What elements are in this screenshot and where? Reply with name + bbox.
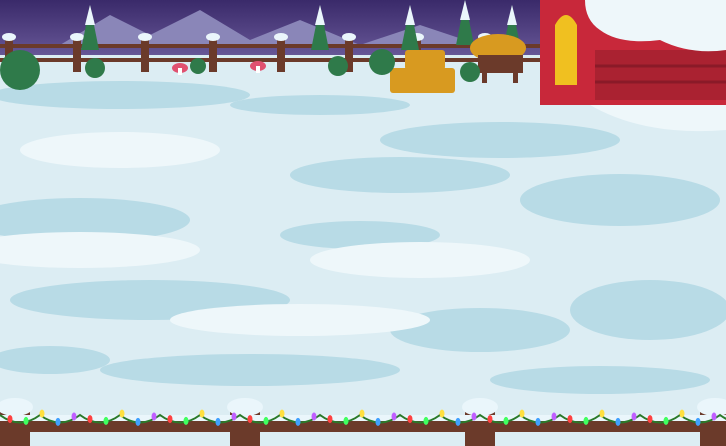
- snow-highlight: [310, 242, 530, 278]
- snow-patch: [290, 157, 510, 193]
- snow-patch: [570, 280, 726, 340]
- light-bulb: [167, 415, 173, 424]
- light-bulb: [327, 415, 333, 424]
- light-bulb: [375, 417, 381, 426]
- post-snow: [227, 398, 263, 416]
- light-bulb: [231, 412, 237, 421]
- light-bulb: [567, 415, 573, 424]
- light-bulb: [135, 417, 141, 426]
- light-bulb: [183, 416, 189, 425]
- post-snow: [342, 33, 356, 41]
- light-bulb: [7, 415, 13, 424]
- light-bulb: [263, 416, 269, 425]
- light-bulb: [519, 409, 525, 418]
- fence-post: [73, 36, 81, 72]
- light-bulb: [471, 412, 477, 421]
- light-bulb: [551, 412, 557, 421]
- snow-patch: [520, 174, 720, 226]
- post-snow: [70, 33, 84, 41]
- light-bulb: [151, 412, 157, 421]
- light-bulb: [615, 417, 621, 426]
- light-bulb: [455, 417, 461, 426]
- light-bulb: [71, 412, 77, 421]
- light-bulb: [87, 415, 93, 424]
- light-bulb: [215, 417, 221, 426]
- light-bulb: [503, 416, 509, 425]
- bush: [369, 49, 395, 75]
- light-bulb: [631, 412, 637, 421]
- snow-patch: [380, 122, 620, 158]
- light-bulb: [279, 409, 285, 418]
- light-bulb: [487, 415, 493, 424]
- light-bulb: [119, 409, 125, 418]
- fence-post: [277, 36, 285, 72]
- light-bulb: [343, 416, 349, 425]
- scene-canvas: [0, 0, 726, 446]
- light-bulb: [199, 409, 205, 418]
- fence-post: [141, 36, 149, 72]
- light-bulb: [679, 409, 685, 418]
- light-bulb: [583, 416, 589, 425]
- light-bulb: [55, 417, 61, 426]
- light-bulb: [711, 412, 717, 421]
- light-bulb: [535, 417, 541, 426]
- light-bulb: [359, 409, 365, 418]
- post-snow: [462, 398, 498, 416]
- mushroom-stem: [256, 66, 260, 73]
- light-bulb: [647, 415, 653, 424]
- bush: [0, 50, 40, 90]
- snow-patch: [100, 354, 400, 386]
- post-snow: [274, 33, 288, 41]
- mushroom-stem: [178, 68, 182, 75]
- fence-post: [209, 36, 217, 72]
- post-snow: [2, 33, 16, 41]
- light-bulb: [599, 409, 605, 418]
- game-scene: [0, 0, 726, 446]
- bush: [328, 56, 348, 76]
- light-bulb: [663, 416, 669, 425]
- snow-patch: [490, 366, 710, 394]
- light-bulb: [391, 412, 397, 421]
- light-bulb: [295, 417, 301, 426]
- bush: [460, 62, 480, 82]
- snow-patch: [230, 95, 410, 115]
- light-bulb: [23, 416, 29, 425]
- snow-highlight: [20, 132, 220, 168]
- light-bulb: [103, 416, 109, 425]
- light-bulb: [423, 416, 429, 425]
- light-bulb: [311, 412, 317, 421]
- post-snow: [206, 33, 220, 41]
- bush: [85, 58, 105, 78]
- light-bulb: [39, 409, 45, 418]
- snow-patch: [0, 81, 250, 109]
- post-snow: [138, 33, 152, 41]
- light-bulb: [407, 415, 413, 424]
- light-bulb: [247, 415, 253, 424]
- bush: [190, 58, 206, 74]
- light-bulb: [439, 409, 445, 418]
- snow-highlight: [170, 304, 430, 336]
- light-bulb: [695, 417, 701, 426]
